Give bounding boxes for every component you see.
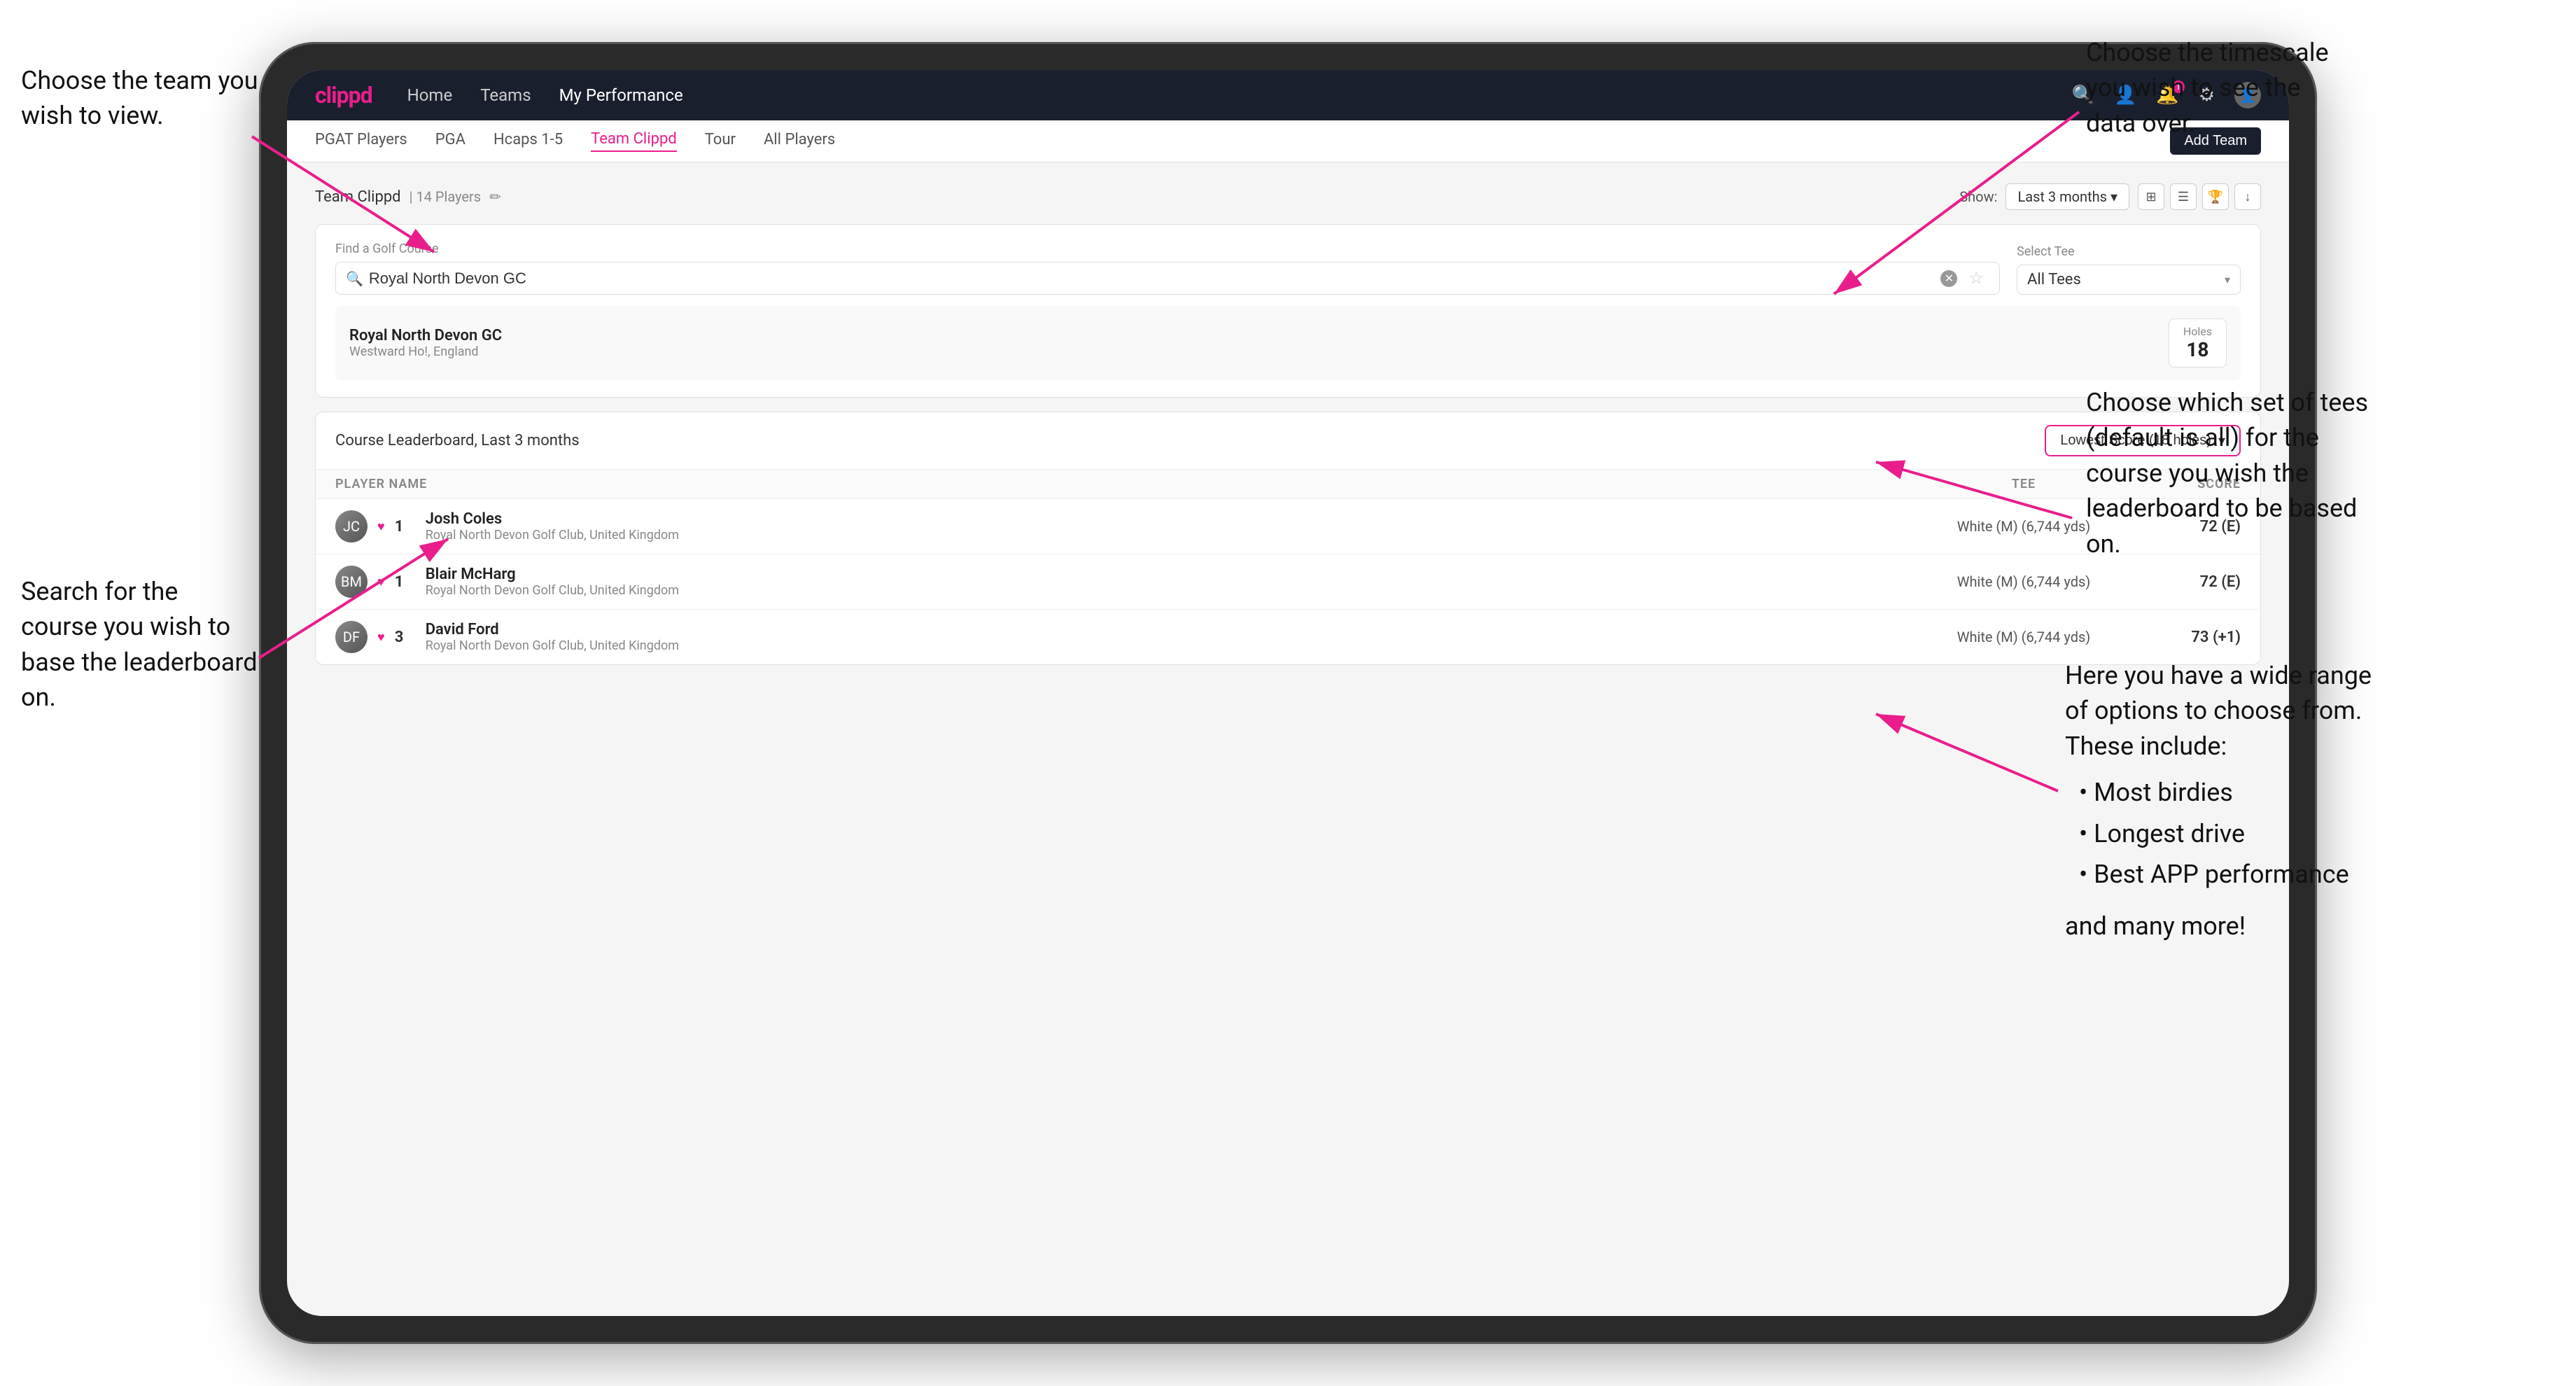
player-details-2: Blair McHarg Royal North Devon Golf Club… bbox=[426, 566, 679, 598]
holes-box: Holes 18 bbox=[2169, 318, 2227, 368]
col-header-player: PLAYER NAME bbox=[335, 477, 1919, 491]
tab-pgat-players[interactable]: PGAT Players bbox=[315, 131, 407, 151]
table-row: BM ♥ 1 Blair McHarg Royal North Devon Go… bbox=[316, 554, 2260, 610]
search-clear-button[interactable]: ✕ bbox=[1940, 270, 1957, 287]
heart-icon-1[interactable]: ♥ bbox=[377, 519, 385, 534]
tab-team-clippd[interactable]: Team Clippd bbox=[591, 130, 677, 152]
tee-select-wrapper[interactable]: All Tees ▾ bbox=[2017, 265, 2241, 295]
annotation-options: Here you have a wide range of options to… bbox=[2065, 658, 2380, 944]
tablet-frame: clippd Home Teams My Performance 🔍 👤 🔔 1… bbox=[259, 42, 2317, 1344]
table-row: JC ♥ 1 Josh Coles Royal North Devon Golf… bbox=[316, 499, 2260, 554]
view-icons: ⊞ ☰ 🏆 ↓ bbox=[2138, 183, 2261, 210]
leaderboard-section: Course Leaderboard, Last 3 months Lowest… bbox=[315, 412, 2261, 665]
tab-all-players[interactable]: All Players bbox=[764, 131, 835, 151]
tablet-screen: clippd Home Teams My Performance 🔍 👤 🔔 1… bbox=[287, 70, 2289, 1316]
tee-select-col: Select Tee All Tees ▾ bbox=[2017, 244, 2241, 295]
tee-info-3: White (M) (6,744 yds) bbox=[1919, 629, 2129, 645]
course-result-name: Royal North Devon GC bbox=[349, 327, 502, 344]
edit-icon[interactable]: ✏ bbox=[489, 188, 501, 205]
player-details-3: David Ford Royal North Devon Golf Club, … bbox=[426, 621, 679, 653]
nav-bar: clippd Home Teams My Performance 🔍 👤 🔔 1… bbox=[287, 70, 2289, 120]
sub-nav: PGAT Players PGA Hcaps 1-5 Team Clippd T… bbox=[287, 120, 2289, 162]
player-club-2: Royal North Devon Golf Club, United King… bbox=[426, 583, 679, 598]
score-info-2: 72 (E) bbox=[2129, 573, 2241, 591]
player-club-3: Royal North Devon Golf Club, United King… bbox=[426, 638, 679, 653]
player-rank-1: 1 bbox=[395, 518, 416, 536]
team-title: Team Clippd | 14 Players ✏ bbox=[315, 188, 501, 206]
tab-hcaps[interactable]: Hcaps 1-5 bbox=[493, 131, 563, 151]
player-info-3: DF ♥ 3 David Ford Royal North Devon Golf… bbox=[335, 621, 1919, 653]
course-result-location: Westward Ho!, England bbox=[349, 344, 502, 359]
player-club-1: Royal North Devon Golf Club, United King… bbox=[426, 528, 679, 542]
find-course-col: Find a Golf Course 🔍 ✕ ☆ bbox=[335, 241, 2000, 295]
team-name: Team Clippd bbox=[315, 188, 401, 206]
content-area: Team Clippd | 14 Players ✏ Show: Last 3 … bbox=[287, 162, 2289, 686]
course-search-input-wrapper: 🔍 ✕ ☆ bbox=[335, 262, 2000, 295]
player-rank-3: 3 bbox=[395, 629, 416, 646]
show-dropdown[interactable]: Last 3 months ▾ bbox=[2005, 183, 2129, 210]
annotation-timescale: Choose the timescale you wish to see the… bbox=[2086, 35, 2352, 141]
player-count: | 14 Players bbox=[410, 188, 482, 205]
player-avatar-2: BM bbox=[335, 566, 368, 598]
player-details-1: Josh Coles Royal North Devon Golf Club, … bbox=[426, 510, 679, 542]
trophy-view-button[interactable]: 🏆 bbox=[2202, 183, 2229, 210]
course-result: Royal North Devon GC Westward Ho!, Engla… bbox=[335, 306, 2241, 380]
leaderboard-header: Course Leaderboard, Last 3 months Lowest… bbox=[316, 412, 2260, 470]
team-header: Team Clippd | 14 Players ✏ Show: Last 3 … bbox=[315, 183, 2261, 210]
player-info-2: BM ♥ 1 Blair McHarg Royal North Devon Go… bbox=[335, 566, 1919, 598]
search-row: Find a Golf Course 🔍 ✕ ☆ Select Tee All … bbox=[335, 241, 2241, 295]
annotation-team: Choose the team you wish to view. bbox=[21, 63, 259, 134]
player-name-3: David Ford bbox=[426, 621, 679, 638]
course-result-info: Royal North Devon GC Westward Ho!, Engla… bbox=[349, 327, 502, 359]
leaderboard-table-header: PLAYER NAME TEE SCORE bbox=[316, 470, 2260, 499]
holes-value: 18 bbox=[2183, 338, 2212, 361]
grid-view-button[interactable]: ⊞ bbox=[2138, 183, 2164, 210]
heart-icon-3[interactable]: ♥ bbox=[377, 630, 385, 645]
download-button[interactable]: ↓ bbox=[2234, 183, 2261, 210]
player-avatar-1: JC bbox=[335, 510, 368, 542]
show-control: Show: Last 3 months ▾ ⊞ ☰ 🏆 ↓ bbox=[1959, 183, 2261, 210]
favorite-button[interactable]: ☆ bbox=[1963, 268, 1989, 288]
score-info-3: 73 (+1) bbox=[2129, 629, 2241, 646]
heart-icon-2[interactable]: ♥ bbox=[377, 575, 385, 589]
tab-pga[interactable]: PGA bbox=[435, 131, 465, 151]
tee-select-label: Select Tee bbox=[2017, 244, 2241, 259]
player-rank-2: 1 bbox=[395, 573, 416, 591]
nav-links: Home Teams My Performance bbox=[407, 85, 683, 105]
tee-select-value: All Tees bbox=[2027, 271, 2081, 288]
annotation-course-search: Search for the course you wish to base t… bbox=[21, 574, 259, 715]
find-course-label: Find a Golf Course bbox=[335, 241, 2000, 256]
table-row: DF ♥ 3 David Ford Royal North Devon Golf… bbox=[316, 610, 2260, 664]
search-icon-input: 🔍 bbox=[346, 270, 363, 287]
nav-home[interactable]: Home bbox=[407, 85, 453, 105]
player-name-1: Josh Coles bbox=[426, 510, 679, 528]
player-name-2: Blair McHarg bbox=[426, 566, 679, 583]
holes-label: Holes bbox=[2183, 325, 2212, 338]
tab-tour[interactable]: Tour bbox=[705, 131, 736, 151]
show-label: Show: bbox=[1959, 188, 1997, 205]
annotation-tees: Choose which set of tees (default is all… bbox=[2086, 385, 2380, 561]
player-avatar-3: DF bbox=[335, 621, 368, 653]
nav-my-performance[interactable]: My Performance bbox=[559, 85, 683, 105]
tee-chevron-icon: ▾ bbox=[2225, 273, 2230, 286]
logo: clippd bbox=[315, 82, 372, 108]
tee-info-2: White (M) (6,744 yds) bbox=[1919, 573, 2129, 590]
course-search-card: Find a Golf Course 🔍 ✕ ☆ Select Tee All … bbox=[315, 224, 2261, 398]
player-info-1: JC ♥ 1 Josh Coles Royal North Devon Golf… bbox=[335, 510, 1919, 542]
course-search-input[interactable] bbox=[369, 270, 1935, 288]
leaderboard-title: Course Leaderboard, Last 3 months bbox=[335, 432, 580, 449]
nav-teams[interactable]: Teams bbox=[480, 85, 531, 105]
list-view-button[interactable]: ☰ bbox=[2170, 183, 2197, 210]
